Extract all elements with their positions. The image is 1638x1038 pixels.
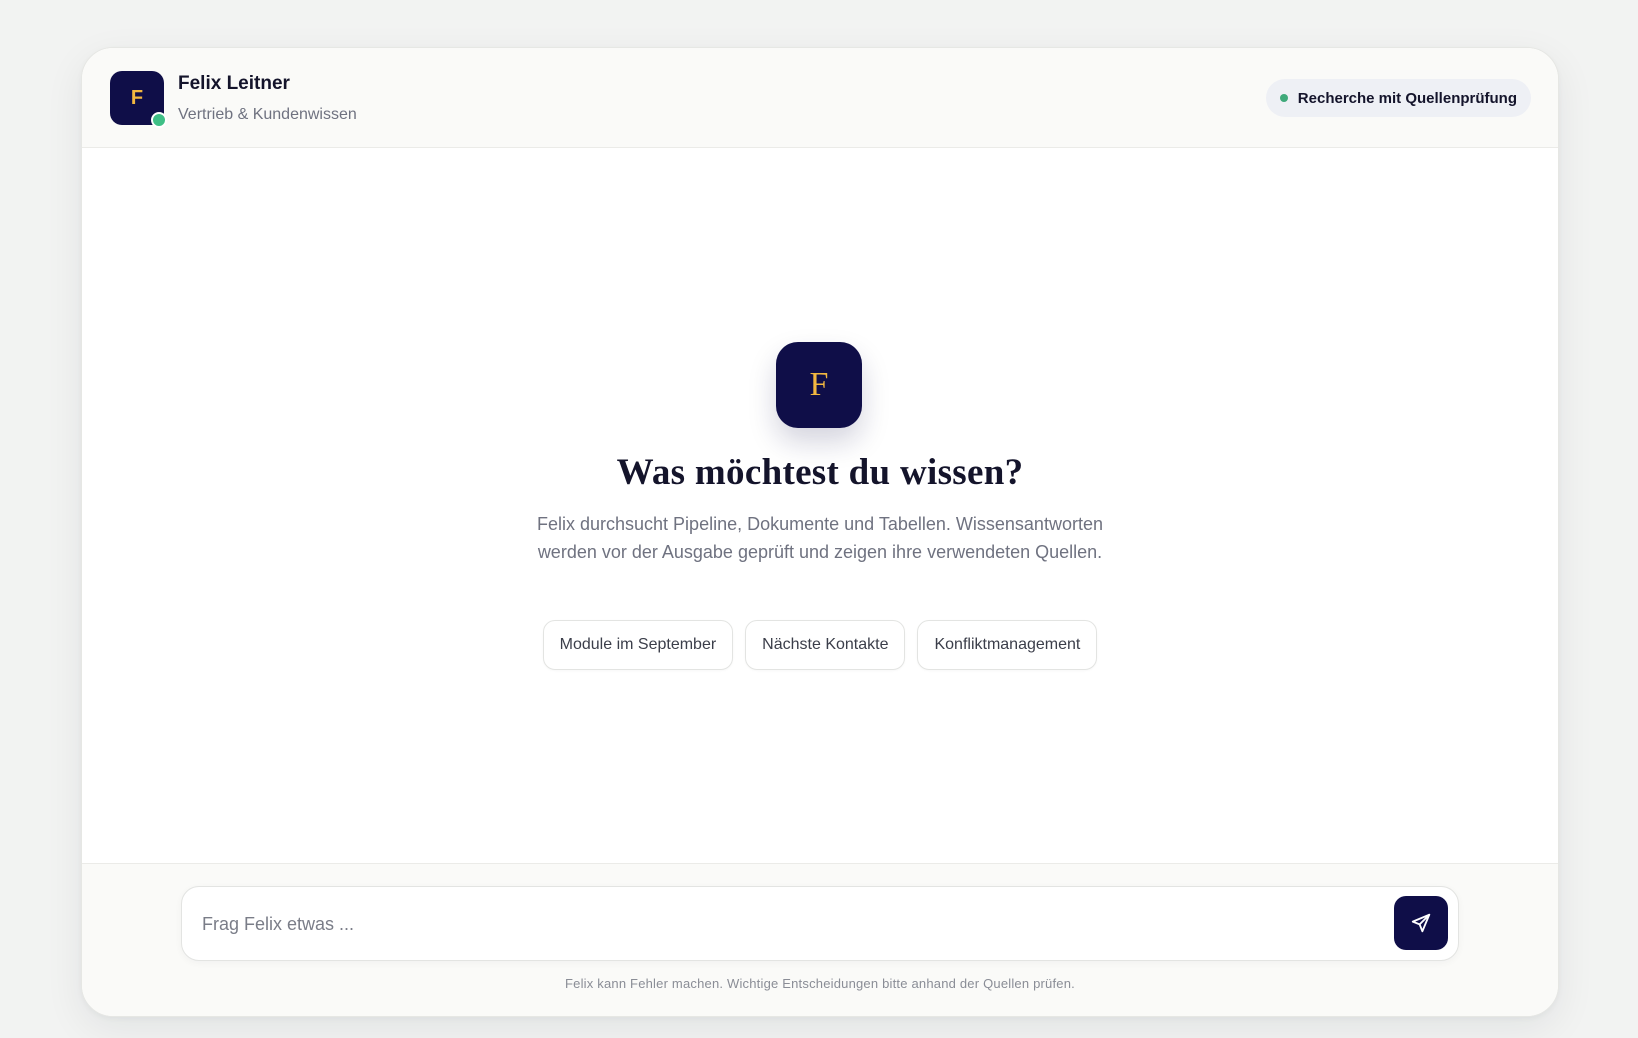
page-title: Was möchtest du wissen? [616,452,1024,493]
avatar-letter: F [130,86,144,109]
disclaimer-text: Felix kann Fehler machen. Wichtige Entsc… [565,976,1075,991]
assistant-role: Vertrieb & Kundenwissen [178,106,357,123]
composer-area: Felix kann Fehler machen. Wichtige Entsc… [82,863,1558,1016]
chat-window: F Felix Leitner Vertrieb & Kundenwissen … [81,47,1559,1017]
message-composer [181,886,1459,961]
badge-status-dot [1279,94,1288,102]
logo-letter: F [809,366,829,403]
assistant-logo: F [776,342,862,428]
suggestion-chip-module-september[interactable]: Module im September [542,620,734,670]
send-button[interactable] [1394,896,1448,950]
paper-plane-icon [1411,913,1431,933]
chat-header: F Felix Leitner Vertrieb & Kundenwissen … [82,48,1558,148]
research-mode-badge: Recherche mit Quellenprüfung [1265,79,1531,117]
suggestion-chip-next-contacts[interactable]: Nächste Kontakte [745,620,906,670]
suggestion-chips: Module im September Nächste Kontakte Kon… [82,620,1558,670]
message-input[interactable] [200,887,1354,961]
badge-label: Recherche mit Quellenprüfung [1297,89,1517,107]
empty-state: F Was möchtest du wissen? Felix durchsuc… [82,148,1558,910]
intro-description: Felix durchsucht Pipeline, Dokumente und… [537,514,1103,562]
assistant-avatar: F [110,71,167,128]
online-status-dot [151,112,167,128]
suggestion-chip-conflict-management[interactable]: Konfliktmanagement [917,620,1098,670]
assistant-name: Felix Leitner [178,73,290,94]
